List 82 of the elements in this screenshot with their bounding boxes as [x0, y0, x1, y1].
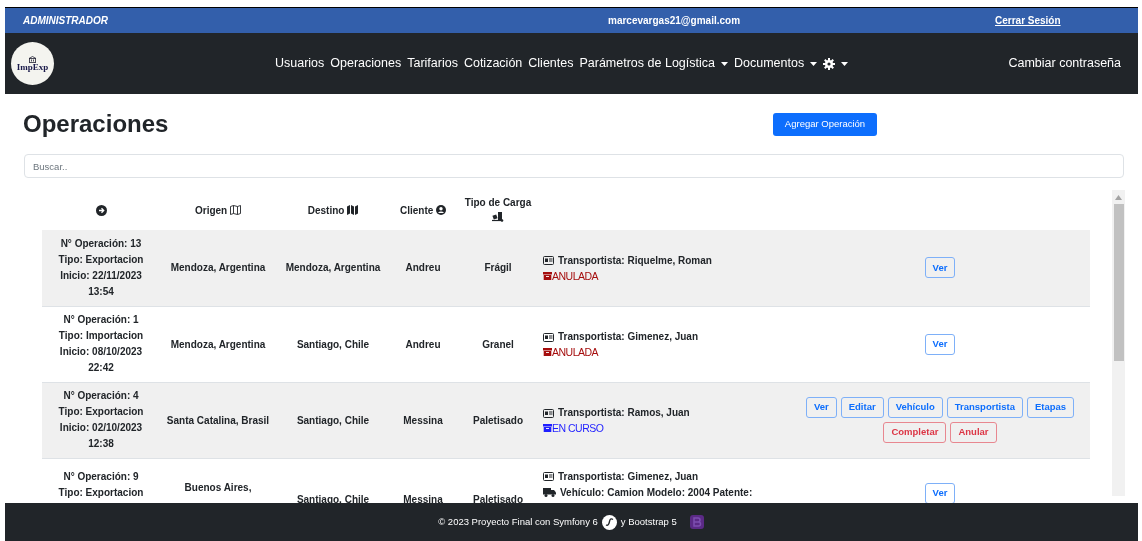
settings-menu[interactable] — [823, 57, 849, 70]
nav-link[interactable]: Cotización — [463, 54, 523, 73]
nav-link[interactable]: Usuarios — [275, 54, 325, 73]
settings-icon — [823, 57, 836, 70]
id-card-icon — [543, 332, 554, 342]
id-card-icon — [543, 256, 554, 266]
client-cell: Messina — [403, 414, 443, 426]
client-cell: Andreu — [405, 338, 441, 350]
nav-dropdown[interactable]: Documentos — [733, 54, 818, 73]
id-card-icon — [543, 472, 554, 481]
archive-icon — [543, 348, 552, 356]
user-email: marcevargas21@gmail.com — [608, 14, 742, 28]
action-button[interactable]: Ver — [924, 257, 956, 279]
add-operation-button[interactable]: Agregar Operación — [773, 112, 877, 136]
arrow-circle-right-icon — [95, 205, 107, 217]
logout-link[interactable]: Cerrar Sesión — [995, 13, 1061, 28]
origin-cell: Buenos Aires, — [184, 481, 252, 493]
search-field[interactable]: Buscar.. — [24, 154, 1124, 178]
destination-cell: Santiago, Chile — [296, 414, 370, 426]
id-card-icon — [543, 408, 554, 418]
origin-cell: Mendoza, Argentina — [170, 338, 266, 350]
cargo-type-cell: Granel — [482, 338, 514, 350]
operation-summary: N° Operación: 9 Tipo: Exportacion — [57, 469, 145, 500]
origin-cell: Mendoza, Argentina — [170, 262, 266, 274]
action-button[interactable]: Completar — [883, 422, 947, 443]
archive-icon — [543, 271, 552, 280]
destination-cell: Mendoza, Argentina — [285, 262, 381, 274]
operation-summary: N° Operación: 4 Tipo: Exportacion Inicio: 02/10/2023 12:38 — [57, 389, 145, 451]
page-title: Operaciones — [23, 109, 170, 139]
nav-link[interactable]: Operaciones — [330, 54, 402, 73]
caret-icon — [810, 61, 818, 66]
cargo-type-cell: Paletisado — [473, 493, 523, 505]
logo[interactable]: ImpExp — [11, 42, 54, 85]
action-button[interactable]: Vehículo — [887, 397, 943, 418]
detail-text: Transportista: Riquelme, Roman — [558, 253, 712, 268]
logo-text: ImpExp — [16, 62, 49, 72]
operation-summary: N° Operación: 1 Tipo: Importacion Inicio: 08/10/2023 22:42 — [57, 313, 145, 375]
destination-cell: Santiago, Chile — [296, 338, 370, 350]
action-button[interactable]: Ver — [924, 333, 956, 355]
detail-text: Transportista: Ramos, Juan — [558, 406, 690, 420]
footer-text: © 2023 Proyecto Final con Symfony 6 — [438, 514, 598, 529]
cargo-type-cell: Paletisado — [473, 414, 523, 426]
cargo-type-cell: Frágil — [484, 262, 512, 274]
action-button[interactable]: Ver — [805, 397, 837, 418]
archive-icon — [543, 424, 552, 432]
action-button[interactable]: Editar — [840, 397, 884, 418]
column-header: Destino — [307, 204, 345, 216]
status-label: ANULADA — [543, 345, 787, 359]
symfony-logo-icon — [601, 514, 617, 530]
truck-loading-icon — [491, 212, 505, 222]
status-label: ANULADA — [543, 268, 787, 283]
status-label: EN CURSO — [543, 421, 787, 435]
building-icon — [28, 55, 37, 63]
map-icon — [347, 204, 359, 215]
nav-link[interactable]: Tarifarios — [407, 54, 458, 73]
user-circle-icon — [436, 204, 447, 215]
caret-icon — [720, 61, 728, 66]
detail-text: Transportista: Gimenez, Juan — [558, 469, 699, 484]
column-header: Cliente — [399, 204, 434, 216]
truck-icon — [543, 488, 556, 497]
column-header: Tipo de Carga — [464, 197, 532, 208]
column-header: Origen — [195, 204, 228, 216]
operation-summary: N° Operación: 13 Tipo: Exportacion Inicio: 22/11/2023 13:54 — [57, 236, 145, 299]
action-button[interactable]: Anular — [950, 422, 997, 443]
action-button[interactable]: Etapas — [1026, 397, 1075, 418]
map-outline-icon — [230, 204, 241, 215]
bootstrap-logo-icon — [688, 514, 705, 530]
role-label: ADMINISTRADOR — [22, 14, 109, 28]
detail-text: Transportista: Gimenez, Juan — [558, 330, 699, 344]
change-password-link[interactable]: Cambiar contraseña — [1008, 54, 1121, 73]
footer-text: y Bootstrap 5 — [620, 514, 677, 529]
caret-icon — [841, 61, 849, 66]
nav-dropdown[interactable]: Parámetros de Logística — [579, 54, 728, 73]
client-cell: Andreu — [405, 262, 441, 274]
scroll-up-icon[interactable] — [1115, 195, 1122, 200]
destination-cell: Santiago, Chile — [296, 493, 370, 505]
nav-link[interactable]: Clientes — [528, 54, 574, 73]
scrollbar[interactable] — [1112, 190, 1125, 496]
action-button[interactable]: Transportista — [946, 397, 1023, 418]
detail-text: Vehículo: Camion Modelo: 2004 Patente: — [560, 485, 753, 500]
client-cell: Messina — [403, 493, 443, 505]
origin-cell: Santa Catalina, Brasil — [166, 414, 270, 426]
